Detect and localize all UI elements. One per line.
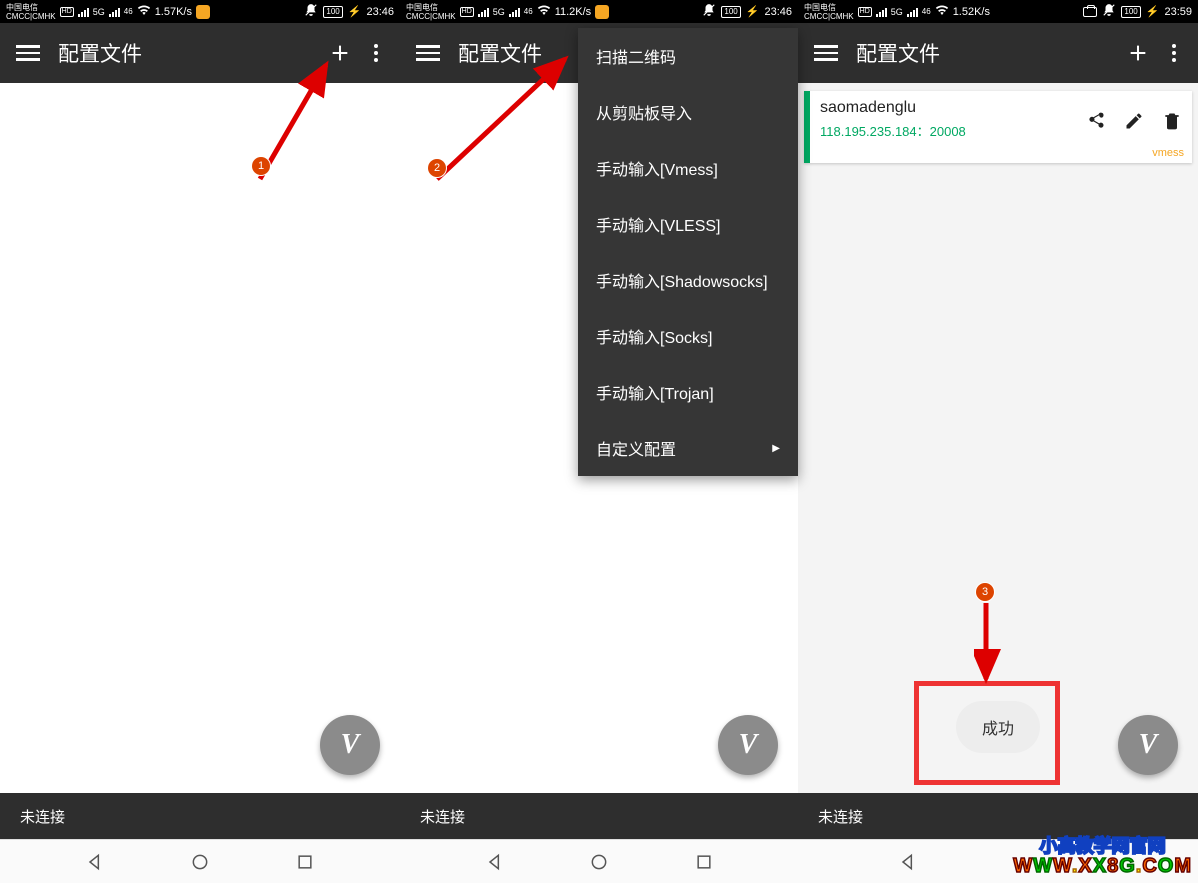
annotation-3: 3	[976, 583, 994, 601]
app-bar: 配置文件	[0, 23, 400, 83]
status-bar: 中国电信CMCC|CMHK HD 5G 46 11.2K/s 100 ⚡ 23:…	[400, 0, 798, 23]
menu-custom-config[interactable]: 自定义配置▶	[578, 420, 798, 476]
app-bar: 配置文件	[798, 23, 1198, 83]
menu-manual-vmess[interactable]: 手动输入[Vmess]	[578, 140, 798, 196]
config-card[interactable]: saomadenglu 118.195.235.184：20008 vmess	[804, 91, 1192, 163]
status-bar: 中国电信CMCC|CMHK HD 5G 46 1.52K/s 100 ⚡ 23:…	[798, 0, 1198, 23]
wifi-icon	[137, 5, 151, 18]
content-with-menu: 扫描二维码 从剪贴板导入 手动输入[Vmess] 手动输入[VLESS] 手动输…	[400, 83, 798, 793]
annotation-1: 1	[252, 157, 270, 175]
edit-icon[interactable]	[1124, 111, 1144, 136]
add-menu: 扫描二维码 从剪贴板导入 手动输入[Vmess] 手动输入[VLESS] 手动输…	[578, 28, 798, 476]
connection-status[interactable]: 未连接	[400, 793, 798, 839]
connection-status[interactable]: 未连接	[798, 793, 1198, 839]
wifi-icon	[935, 5, 949, 18]
watermark: 小高教学网官网 WWW.XX8G.COM	[1013, 837, 1192, 877]
overflow-icon[interactable]	[1160, 39, 1188, 67]
page-title: 配置文件	[58, 38, 318, 68]
chevron-right-icon: ▶	[772, 443, 780, 454]
android-navbar	[0, 839, 400, 883]
phone-screenshot-2: 中国电信CMCC|CMHK HD 5G 46 11.2K/s 100 ⚡ 23:…	[400, 0, 798, 883]
menu-manual-trojan[interactable]: 手动输入[Trojan]	[578, 364, 798, 420]
connection-status[interactable]: 未连接	[0, 793, 400, 839]
mute-icon	[304, 3, 318, 20]
overflow-icon[interactable]	[362, 39, 390, 67]
home-icon[interactable]	[190, 852, 210, 872]
charging-icon: ⚡	[1146, 5, 1160, 18]
weather-icon	[595, 5, 609, 19]
menu-icon[interactable]	[16, 41, 40, 65]
success-toast: 成功	[956, 701, 1040, 753]
annotation-2: 2	[428, 159, 446, 177]
content-with-card: saomadenglu 118.195.235.184：20008 vmess …	[798, 83, 1198, 793]
menu-manual-vless[interactable]: 手动输入[VLESS]	[578, 196, 798, 252]
page-title: 配置文件	[856, 38, 1116, 68]
menu-import-clipboard[interactable]: 从剪贴板导入	[578, 84, 798, 140]
charging-icon: ⚡	[348, 5, 362, 18]
recent-icon[interactable]	[694, 852, 714, 872]
content-empty: 1 V	[0, 83, 400, 793]
menu-manual-socks[interactable]: 手动输入[Socks]	[578, 308, 798, 364]
share-icon[interactable]	[1086, 111, 1106, 136]
mute-icon	[1102, 3, 1116, 20]
back-icon[interactable]	[898, 852, 918, 872]
connect-fab[interactable]: V	[320, 715, 380, 775]
recent-icon[interactable]	[295, 852, 315, 872]
back-icon[interactable]	[485, 852, 505, 872]
connect-fab[interactable]: V	[1118, 715, 1178, 775]
wifi-icon	[537, 5, 551, 18]
connect-fab[interactable]: V	[718, 715, 778, 775]
menu-scan-qr[interactable]: 扫描二维码	[578, 28, 798, 84]
android-navbar	[400, 839, 798, 883]
back-icon[interactable]	[85, 852, 105, 872]
add-button[interactable]	[326, 39, 354, 67]
charging-icon: ⚡	[746, 5, 760, 18]
phone-screenshot-3: 中国电信CMCC|CMHK HD 5G 46 1.52K/s 100 ⚡ 23:…	[798, 0, 1198, 883]
menu-manual-shadowsocks[interactable]: 手动输入[Shadowsocks]	[578, 252, 798, 308]
phone-screenshot-1: 中国电信CMCC|CMHK HD 5G 46 1.57K/s 100 ⚡ 23:…	[0, 0, 400, 883]
status-bar: 中国电信CMCC|CMHK HD 5G 46 1.57K/s 100 ⚡ 23:…	[0, 0, 400, 23]
config-protocol: vmess	[1152, 147, 1184, 159]
mute-icon	[702, 3, 716, 20]
weather-icon	[196, 5, 210, 19]
add-button[interactable]	[1124, 39, 1152, 67]
menu-icon[interactable]	[416, 41, 440, 65]
delete-icon[interactable]	[1162, 111, 1182, 136]
menu-icon[interactable]	[814, 41, 838, 65]
home-icon[interactable]	[589, 852, 609, 872]
camera-icon	[1083, 7, 1097, 17]
